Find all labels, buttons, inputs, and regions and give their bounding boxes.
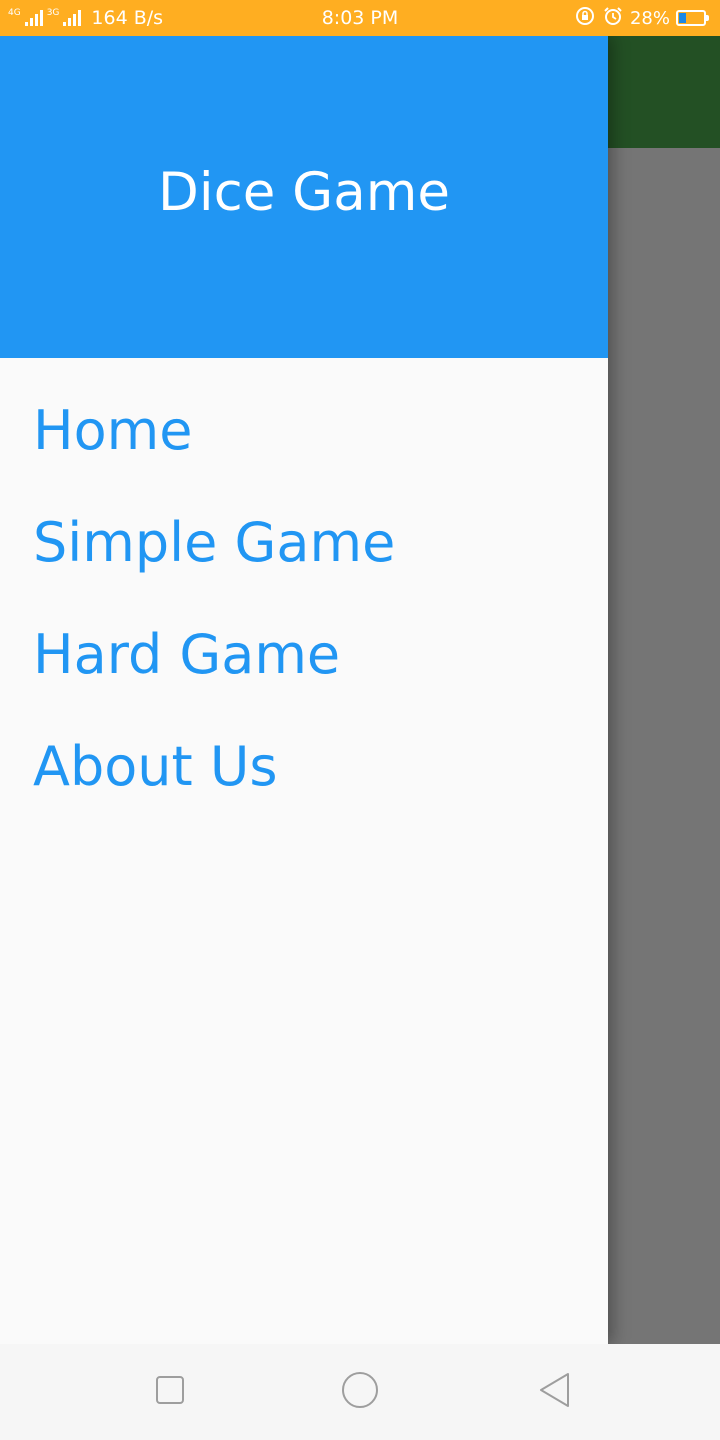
status-left: 4G 3G 164 B/s <box>8 0 163 36</box>
recents-button[interactable] <box>122 1344 218 1440</box>
drawer-item-about-us[interactable]: About Us <box>0 710 608 822</box>
drawer-item-hard-game[interactable]: Hard Game <box>0 598 608 710</box>
battery-percent: 28% <box>629 7 670 29</box>
recents-icon <box>154 1374 186 1410</box>
navigation-drawer: Dice Game Home Simple Game Hard Game Abo… <box>0 36 608 1344</box>
home-icon <box>341 1371 379 1413</box>
drawer-menu: Home Simple Game Hard Game About Us <box>0 358 608 822</box>
rotation-lock-icon <box>574 5 596 31</box>
status-bar: 4G 3G 164 B/s 8:03 PM 28% <box>0 0 720 36</box>
screen: 4G 3G 164 B/s 8:03 PM 28% Dice Game Home… <box>0 0 720 1440</box>
network-type-label-2: 3G <box>46 8 60 18</box>
drawer-header: Dice Game <box>0 36 608 358</box>
signal-icon-2 <box>63 10 82 26</box>
network-type-label: 4G <box>8 8 21 18</box>
drawer-header-title: Dice Game <box>158 161 450 223</box>
battery-level-fill <box>679 13 687 23</box>
data-speed: 164 B/s <box>91 7 164 29</box>
back-button[interactable] <box>506 1344 602 1440</box>
home-button[interactable] <box>312 1344 408 1440</box>
battery-icon <box>676 10 709 26</box>
back-icon <box>537 1371 571 1413</box>
alarm-icon <box>602 5 624 31</box>
drawer-item-simple-game[interactable]: Simple Game <box>0 486 608 598</box>
signal-icon <box>24 10 43 26</box>
system-nav-bar <box>0 1344 720 1440</box>
status-right: 28% <box>574 0 709 36</box>
drawer-item-home[interactable]: Home <box>0 374 608 486</box>
